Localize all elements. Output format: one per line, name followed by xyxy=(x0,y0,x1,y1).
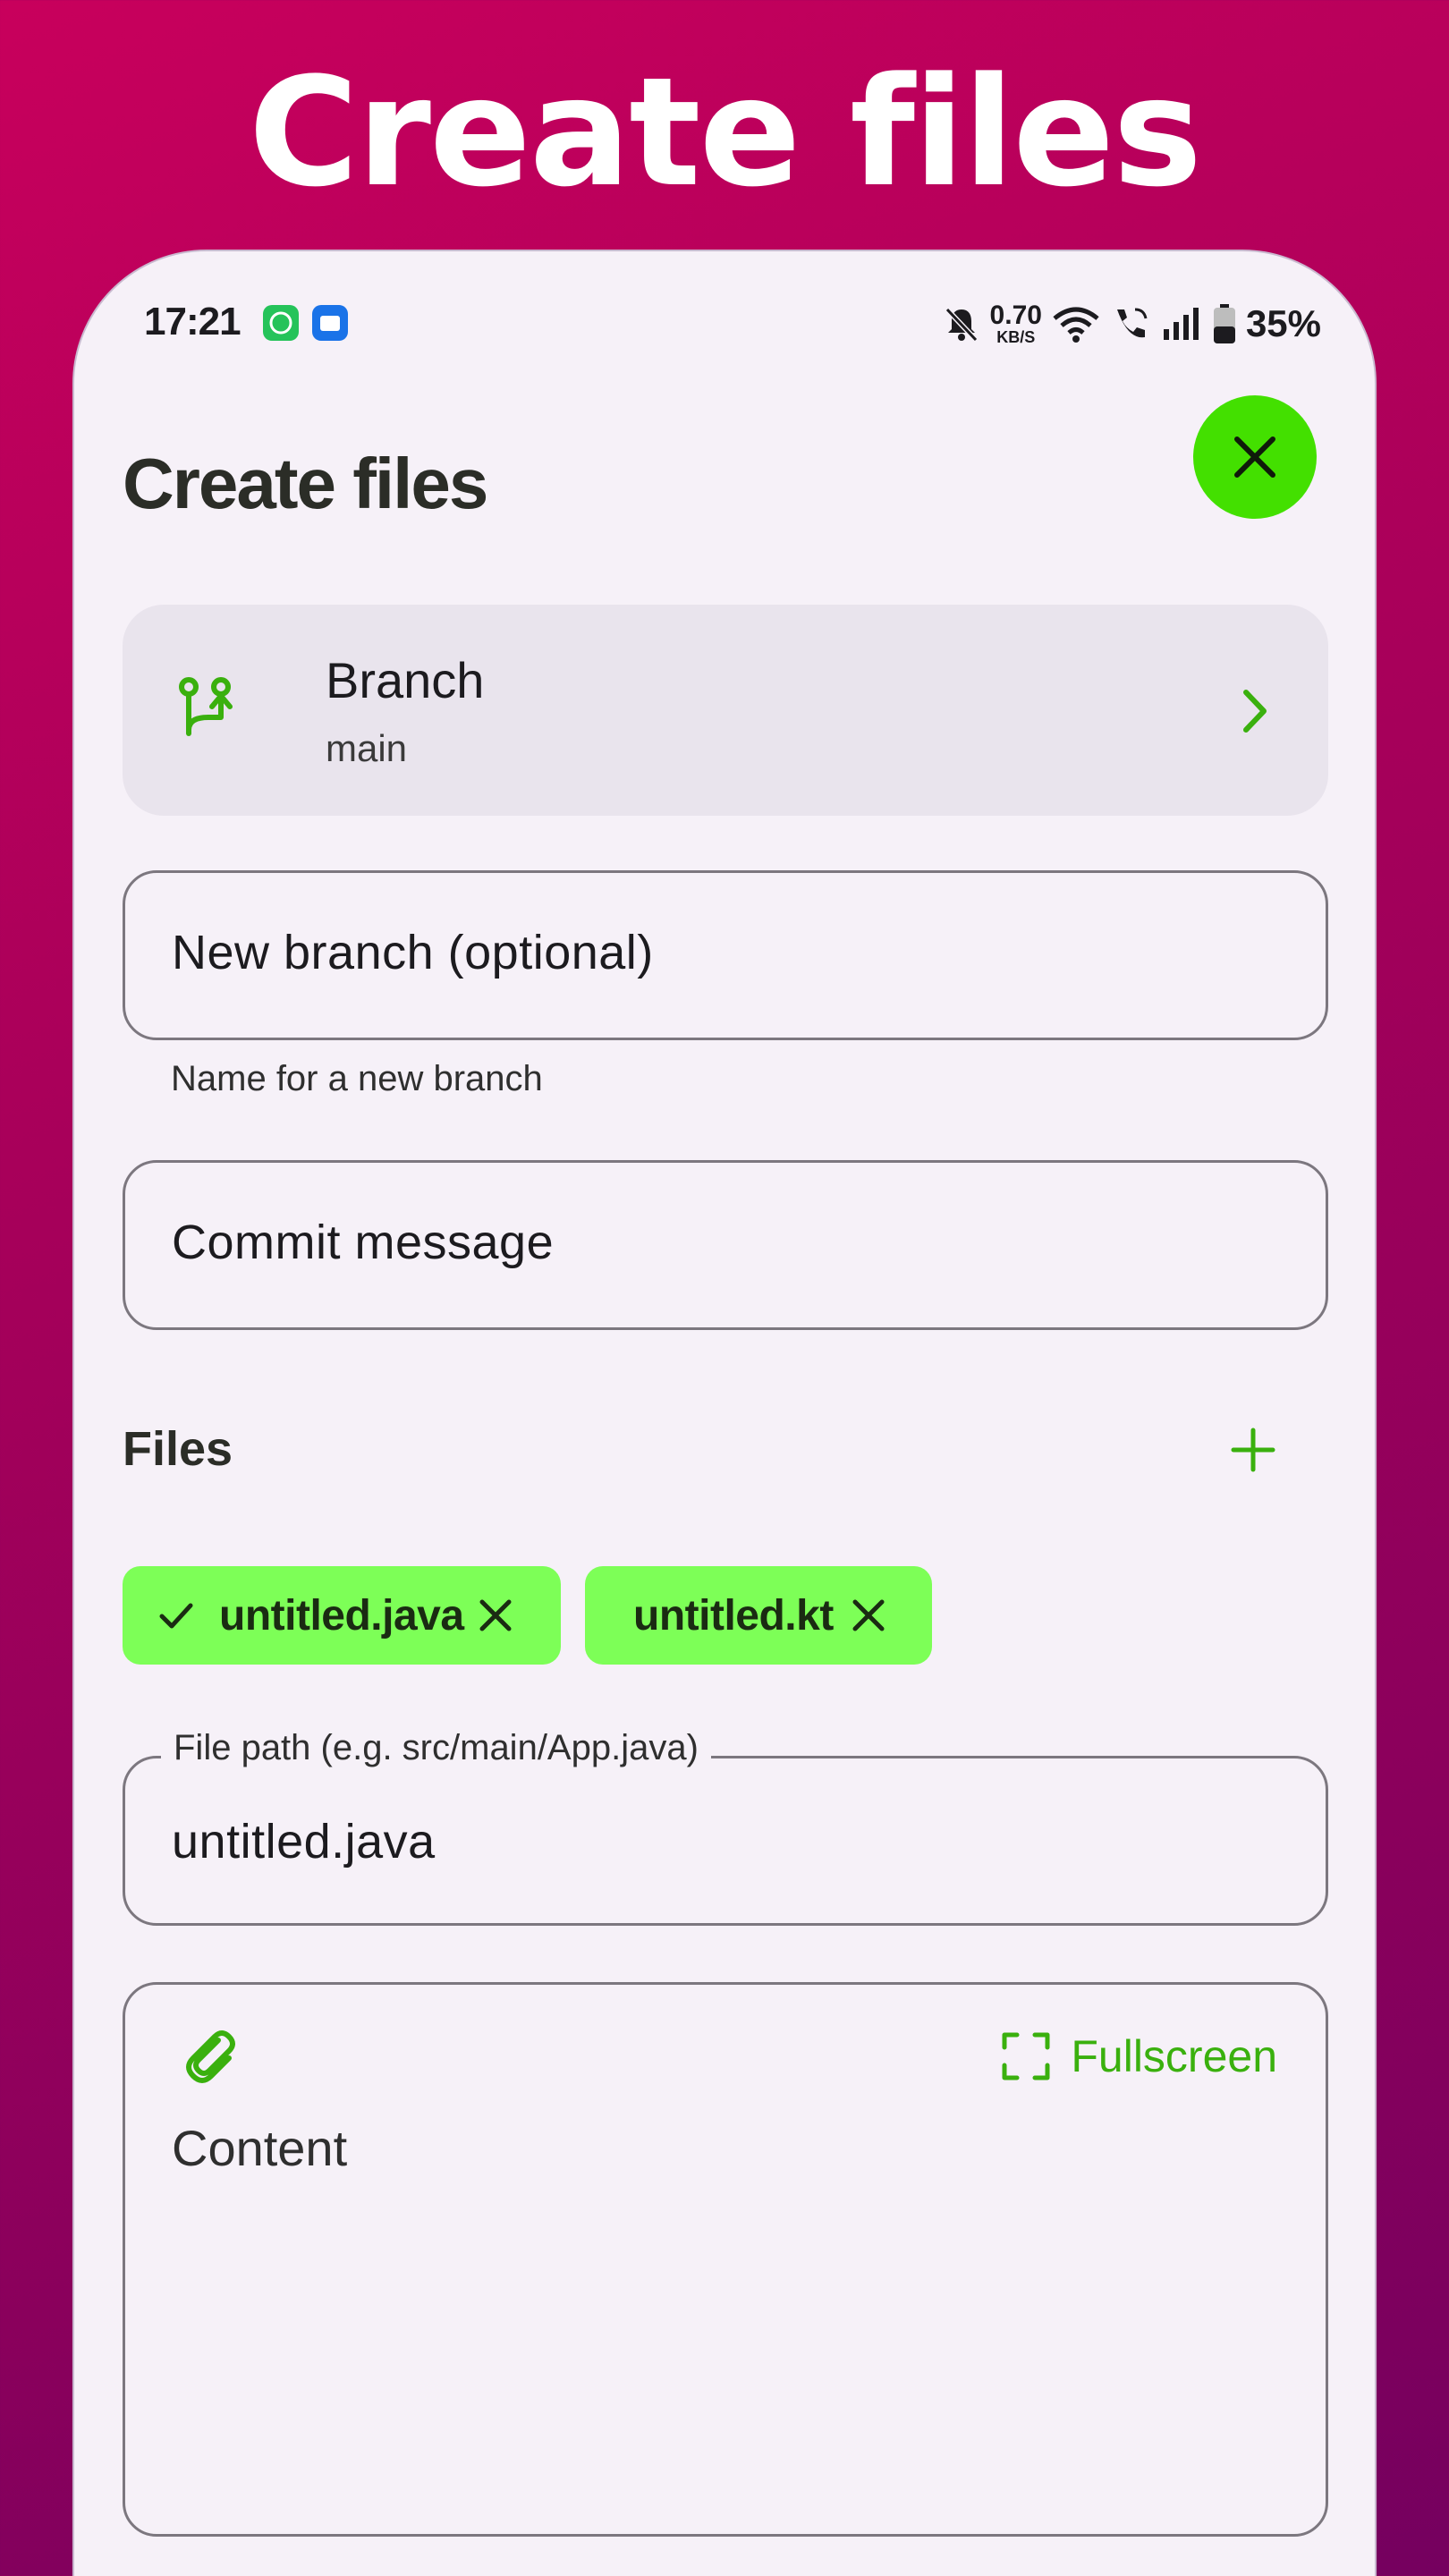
files-icon xyxy=(312,305,348,341)
attach-icon[interactable] xyxy=(179,2024,243,2089)
file-tab-untitled-kt[interactable]: untitled.kt xyxy=(585,1566,932,1665)
content-editor[interactable]: Fullscreen Content xyxy=(123,1982,1328,2537)
files-section-title: Files xyxy=(123,1422,233,1476)
wifi-icon xyxy=(1053,307,1099,343)
battery-percent: 35% xyxy=(1245,302,1321,344)
check-icon xyxy=(159,1603,193,1629)
fullscreen-icon xyxy=(1002,2032,1050,2080)
new-branch-helper: Name for a new branch xyxy=(171,1059,543,1098)
fullscreen-button[interactable]: Fullscreen xyxy=(1001,2024,1277,2089)
status-bar: 17:21 0.70 KB/S 35% xyxy=(74,251,1375,403)
fullscreen-label: Fullscreen xyxy=(1071,2031,1277,2081)
file-path-value: untitled.java xyxy=(172,1815,436,1868)
file-path-label: File path (e.g. src/main/App.java) xyxy=(161,1728,711,1768)
phone-screen: 17:21 0.70 KB/S 35% Create files Branch … xyxy=(72,250,1377,2576)
file-tab-label: untitled.java xyxy=(219,1592,464,1640)
commit-message-input[interactable]: Commit message xyxy=(123,1160,1328,1330)
file-tab-untitled-java[interactable]: untitled.java xyxy=(123,1566,561,1665)
status-time: 17:21 xyxy=(144,300,242,343)
branch-icon xyxy=(179,677,233,736)
network-speed-unit: KB/S xyxy=(996,328,1036,346)
chevron-right-icon xyxy=(1243,690,1267,733)
signal-icon xyxy=(1163,308,1199,340)
close-button[interactable] xyxy=(1193,395,1317,519)
plus-icon xyxy=(1231,1428,1275,1472)
branch-label: Branch xyxy=(326,652,485,708)
new-branch-input[interactable]: New branch (optional) xyxy=(123,870,1328,1040)
page-title: Create files xyxy=(123,444,488,523)
status-icons: 0.70 KB/S 35% xyxy=(942,301,1321,346)
battery-icon xyxy=(1213,304,1235,343)
new-branch-placeholder: New branch (optional) xyxy=(172,926,654,979)
promo-title: Create files xyxy=(248,45,1202,220)
network-speed: 0.70 KB/S xyxy=(989,301,1042,346)
branch-value: main xyxy=(326,727,408,769)
mute-icon xyxy=(945,307,978,343)
add-file-button[interactable] xyxy=(1208,1405,1298,1495)
content-placeholder: Content xyxy=(172,2120,348,2176)
file-tab-label: untitled.kt xyxy=(633,1592,834,1640)
close-icon[interactable] xyxy=(850,1597,887,1634)
close-icon[interactable] xyxy=(477,1597,514,1634)
wifi-call-icon xyxy=(1116,308,1148,338)
close-icon xyxy=(1234,436,1275,478)
commit-message-placeholder: Commit message xyxy=(172,1216,555,1269)
file-path-input[interactable]: File path (e.g. src/main/App.java) untit… xyxy=(123,1728,1328,1926)
whatsapp-icon xyxy=(263,305,299,341)
branch-selector[interactable]: Branch main xyxy=(123,605,1328,816)
network-speed-value: 0.70 xyxy=(989,301,1042,330)
